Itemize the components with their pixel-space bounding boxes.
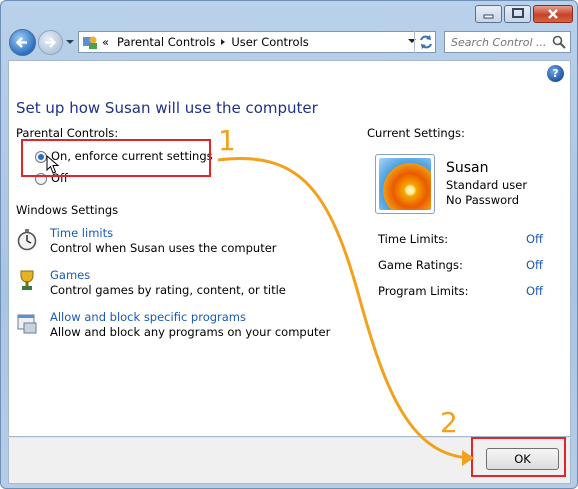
search-icon[interactable] xyxy=(552,35,566,49)
user-type: Standard user xyxy=(446,178,528,192)
minimize-icon xyxy=(483,14,494,19)
breadcrumb-prefix[interactable]: « xyxy=(102,35,109,49)
recent-pages-button[interactable] xyxy=(64,36,76,48)
windows-settings-label: Windows Settings xyxy=(16,203,119,217)
step-number-2: 2 xyxy=(440,406,458,439)
minimize-button[interactable] xyxy=(475,5,502,23)
user-name: Susan xyxy=(446,160,489,176)
game-ratings-status-label: Game Ratings: xyxy=(378,258,463,272)
program-limits-status-label: Program Limits: xyxy=(378,284,469,298)
flower-avatar-icon xyxy=(379,158,431,210)
programs-icon xyxy=(17,314,37,334)
stopwatch-icon xyxy=(17,229,37,251)
back-button[interactable] xyxy=(9,29,36,56)
games-link[interactable]: Games xyxy=(50,268,90,282)
allow-block-programs-desc: Allow and block any programs on your com… xyxy=(50,325,331,339)
allow-block-programs-link[interactable]: Allow and block specific programs xyxy=(50,310,246,324)
close-icon xyxy=(548,9,558,19)
games-trophy-icon xyxy=(20,270,34,290)
parental-controls-label: Parental Controls: xyxy=(16,126,119,140)
back-arrow-icon xyxy=(15,37,27,48)
games-desc: Control games by rating, content, or tit… xyxy=(50,283,286,297)
breadcrumb-parental-controls[interactable]: Parental Controls xyxy=(117,35,215,49)
time-limits-link[interactable]: Time limits xyxy=(50,226,113,240)
control-panel-icon xyxy=(83,36,97,49)
game-ratings-status-value[interactable]: Off xyxy=(526,258,543,272)
page-title: Set up how Susan will use the computer xyxy=(16,99,318,117)
close-button[interactable] xyxy=(533,5,573,23)
program-limits-status-value[interactable]: Off xyxy=(526,284,543,298)
highlight-box-2 xyxy=(471,437,566,477)
maximize-button[interactable] xyxy=(504,5,531,23)
avatar xyxy=(375,154,435,214)
search-input[interactable] xyxy=(445,32,553,52)
refresh-icon xyxy=(420,35,432,49)
search-box[interactable] xyxy=(444,31,571,53)
breadcrumb-user-controls[interactable]: User Controls xyxy=(231,35,308,49)
step-number-1: 1 xyxy=(218,124,236,157)
current-settings-label: Current Settings: xyxy=(367,126,465,140)
highlight-box-1 xyxy=(21,139,211,177)
breadcrumb-separator-icon xyxy=(221,39,226,45)
address-bar[interactable]: « Parental Controls User Controls xyxy=(78,31,436,53)
forward-arrow-icon xyxy=(45,37,57,48)
time-limits-status-label: Time Limits: xyxy=(378,232,449,246)
time-limits-status-value[interactable]: Off xyxy=(526,232,543,246)
chevron-down-icon xyxy=(66,40,74,44)
forward-button[interactable] xyxy=(38,30,63,55)
refresh-button[interactable] xyxy=(414,31,436,53)
user-password-status: No Password xyxy=(446,193,520,207)
time-limits-desc: Control when Susan uses the computer xyxy=(50,241,277,255)
maximize-icon xyxy=(512,8,524,18)
help-icon[interactable]: ? xyxy=(547,65,564,82)
